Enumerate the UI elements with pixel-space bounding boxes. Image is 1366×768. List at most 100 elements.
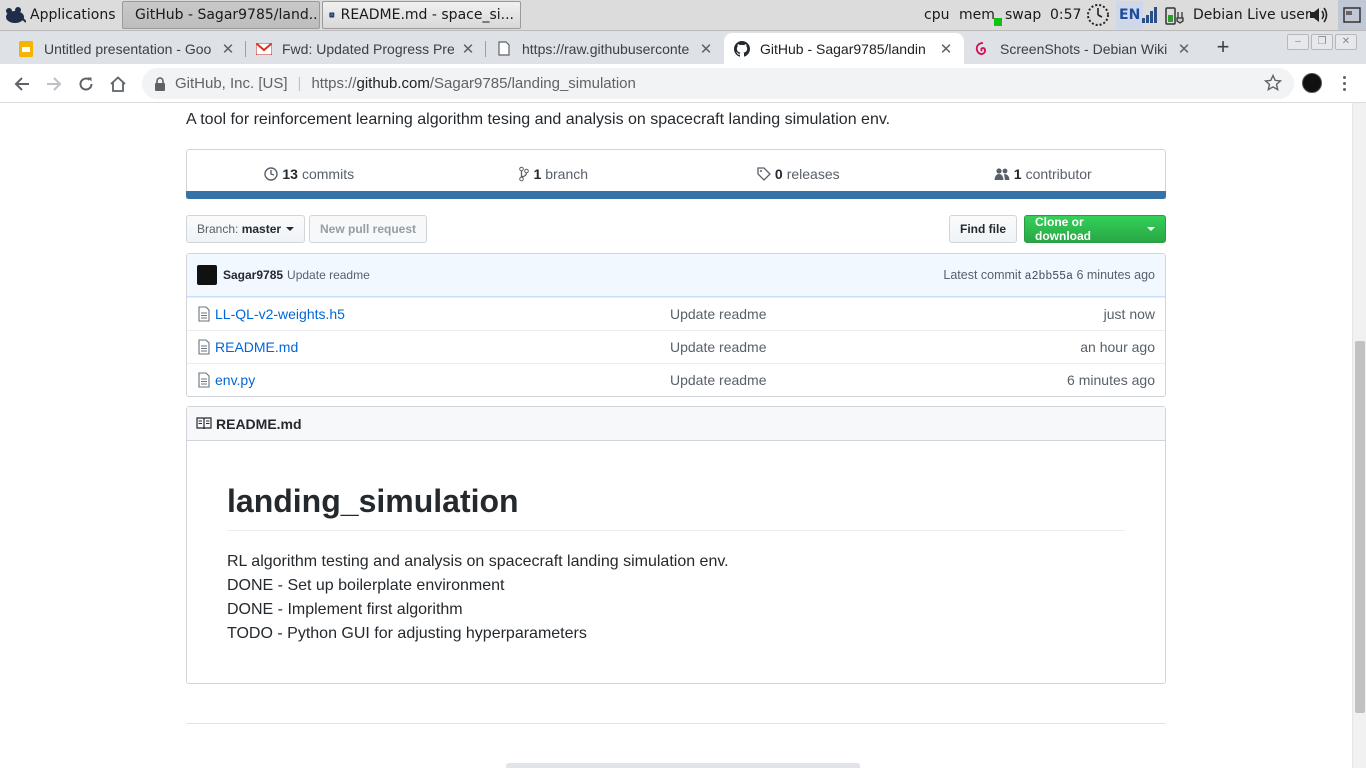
new-tab-button[interactable]: + <box>1212 36 1234 59</box>
lock-icon <box>155 76 165 91</box>
forward-button[interactable] <box>43 73 65 95</box>
branch-name: master <box>241 222 282 236</box>
tab-title: Untitled presentation - Goo <box>44 40 212 57</box>
latest-commit-info: Latest commit a2bb55a 6 minutes ago <box>943 268 1155 283</box>
file-age: 6 minutes ago <box>1067 372 1155 388</box>
readme-body: RL algorithm testing and analysis on spa… <box>227 550 729 646</box>
branch-select-button[interactable]: Branch: master <box>186 215 306 243</box>
book-icon <box>196 417 212 430</box>
scrollbar-thumb[interactable] <box>1355 341 1365 713</box>
github-repo-page: A tool for reinforcement learning algori… <box>0 103 1352 768</box>
chevron-down-icon <box>1147 227 1155 231</box>
mem-usage-bar <box>994 18 1002 26</box>
keyboard-layout-switcher[interactable]: EN <box>1116 1 1144 29</box>
file-name-link[interactable]: env.py <box>215 372 670 388</box>
file-name-link[interactable]: README.md <box>215 339 670 355</box>
tab-raw-githubusercontent[interactable]: https://raw.githubuserconte ✕ <box>486 33 724 64</box>
page-scrollbar[interactable] <box>1352 103 1366 768</box>
new-pull-request-button[interactable]: New pull request <box>309 215 428 243</box>
author-avatar[interactable] <box>197 265 217 285</box>
site-identity[interactable]: GitHub, Inc. [US] <box>175 75 288 92</box>
mem-label: mem <box>959 7 995 23</box>
tab-google-slides[interactable]: Untitled presentation - Goo ✕ <box>8 33 246 64</box>
user-menu[interactable]: Debian Live user <box>1193 0 1311 30</box>
tab-debian-wiki[interactable]: ScreenShots - Debian Wiki ✕ <box>964 33 1202 64</box>
reload-button[interactable] <box>75 73 97 95</box>
tab-close-icon[interactable]: ✕ <box>698 40 714 58</box>
github-icon <box>734 40 750 57</box>
tab-title: ScreenShots - Debian Wiki <box>1000 40 1168 57</box>
show-desktop-button[interactable] <box>1338 0 1366 30</box>
keyboard-layout-label: EN <box>1119 7 1141 23</box>
gmail-icon <box>256 41 272 57</box>
clone-or-download-button[interactable]: Clone or download <box>1024 215 1166 243</box>
url-host: github.com <box>356 75 430 92</box>
tab-github-landing-simulation[interactable]: GitHub - Sagar9785/landin ✕ <box>724 33 964 64</box>
readme-line: TODO - Python GUI for adjusting hyperpar… <box>227 625 587 642</box>
file-commit-message-link[interactable]: Update readme <box>670 306 1104 322</box>
file-commit-message-link[interactable]: Update readme <box>670 339 1080 355</box>
desktop-top-panel: Applications GitHub - Sagar9785/land... … <box>0 0 1366 31</box>
swap-monitor[interactable]: swap <box>1005 0 1041 30</box>
taskbar-item-chrome[interactable]: GitHub - Sagar9785/land... <box>122 1 320 29</box>
home-button[interactable] <box>107 73 129 95</box>
applications-label: Applications <box>30 7 116 23</box>
panel-clock[interactable]: 0:57 <box>1050 0 1081 30</box>
chevron-down-icon <box>286 227 295 231</box>
taskbar-item-label: GitHub - Sagar9785/land... <box>135 7 320 23</box>
volume-control[interactable] <box>1308 0 1330 30</box>
tab-close-icon[interactable]: ✕ <box>1176 40 1192 58</box>
latest-commit-prefix: Latest commit <box>943 267 1022 282</box>
window-controls: – ❐ ✕ <box>1287 34 1357 50</box>
back-button[interactable] <box>11 73 33 95</box>
commit-sha-link[interactable]: a2bb55a <box>1025 270 1073 283</box>
commit-message-link[interactable]: Update readme <box>287 268 370 282</box>
commit-author-link[interactable]: Sagar9785 <box>223 268 283 282</box>
chrome-menu-icon[interactable] <box>1336 73 1352 93</box>
swap-label: swap <box>1005 7 1042 23</box>
clock-icon[interactable] <box>1086 0 1110 30</box>
tab-close-icon[interactable]: ✕ <box>938 40 954 58</box>
cpu-monitor[interactable]: cpu <box>924 0 949 30</box>
tab-close-icon[interactable]: ✕ <box>220 40 236 58</box>
tab-gmail[interactable]: Fwd: Updated Progress Pre ✕ <box>246 33 486 64</box>
file-icon <box>198 339 210 355</box>
bookmark-star-icon[interactable] <box>1264 74 1282 92</box>
applications-menu[interactable]: Applications <box>4 3 116 27</box>
file-name-link[interactable]: LL-QL-v2-weights.h5 <box>215 306 670 322</box>
tab-title: GitHub - Sagar9785/landin <box>760 40 926 57</box>
slides-icon <box>18 40 34 57</box>
battery-indicator[interactable] <box>1163 0 1187 30</box>
minimize-icon[interactable]: – <box>1287 34 1309 50</box>
cpu-label: cpu <box>924 7 950 23</box>
file-age: an hour ago <box>1080 339 1155 355</box>
taskbar-item-editor[interactable]: README.md - space_si... <box>322 1 521 29</box>
readme-title-divider <box>227 530 1125 531</box>
readme-header: README.md <box>187 407 1165 441</box>
address-bar[interactable]: GitHub, Inc. [US] | https://github.com/S… <box>142 68 1294 99</box>
browser-toolbar: GitHub, Inc. [US] | https://github.com/S… <box>0 64 1366 103</box>
find-file-button[interactable]: Find file <box>949 215 1017 243</box>
omnibox-separator: | <box>297 75 302 92</box>
tab-title: https://raw.githubuserconte <box>522 40 690 57</box>
file-row: LL-QL-v2-weights.h5 Update readme just n… <box>187 297 1165 330</box>
tab-close-icon[interactable]: ✕ <box>460 40 476 58</box>
footer-divider <box>186 723 1166 724</box>
network-indicator[interactable] <box>1141 0 1159 30</box>
people-icon <box>994 168 1010 180</box>
branch-count: 1 <box>533 166 542 182</box>
commits-label: commits <box>301 166 355 182</box>
url-text[interactable]: https://github.com/Sagar9785/landing_sim… <box>311 75 635 92</box>
file-commit-message-link[interactable]: Update readme <box>670 372 1067 388</box>
language-bar[interactable] <box>186 191 1166 199</box>
close-window-icon[interactable]: ✕ <box>1335 34 1357 50</box>
releases-label: releases <box>786 166 840 182</box>
power-plug-icon <box>1165 7 1184 25</box>
profile-avatar[interactable] <box>1302 73 1322 93</box>
latest-commit-bar: Sagar9785 Update readme Latest commit a2… <box>187 254 1165 297</box>
maximize-icon[interactable]: ❐ <box>1311 34 1333 50</box>
home-icon <box>110 76 126 92</box>
user-name: Debian Live user <box>1193 7 1311 23</box>
mem-monitor[interactable]: mem <box>959 0 1002 30</box>
file-age: just now <box>1103 306 1155 322</box>
